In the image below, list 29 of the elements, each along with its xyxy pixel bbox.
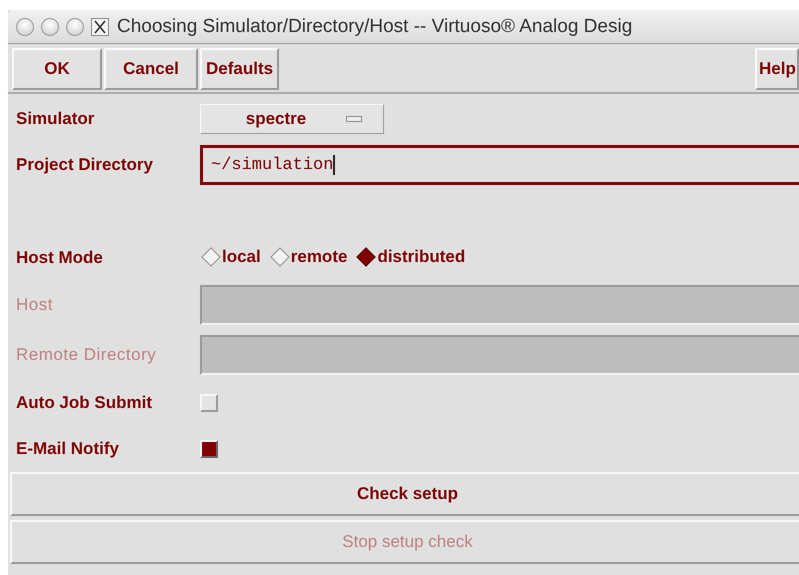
radio-option[interactable]: local bbox=[200, 246, 261, 268]
field-label: Simulator bbox=[16, 109, 96, 129]
radio-diamond-icon[interactable] bbox=[355, 246, 378, 268]
toolbar-button[interactable]: OK bbox=[12, 48, 102, 90]
checkbox[interactable] bbox=[200, 394, 218, 412]
radio-option[interactable]: distributed bbox=[355, 246, 466, 268]
window-control-icon[interactable] bbox=[16, 18, 34, 36]
field-label: Remote Directory bbox=[16, 345, 158, 365]
field-label: Auto Job Submit bbox=[16, 393, 153, 413]
field-label: Host bbox=[16, 295, 54, 315]
toolbar-button[interactable]: Cancel bbox=[104, 48, 198, 90]
radio-diamond-icon[interactable] bbox=[268, 246, 291, 268]
x-app-icon bbox=[91, 18, 109, 36]
field-label: Host Mode bbox=[16, 248, 104, 268]
radio-diamond-icon[interactable] bbox=[200, 246, 222, 268]
checkbox[interactable] bbox=[200, 440, 218, 458]
input-field[interactable]: ~/simulation bbox=[200, 145, 799, 185]
action-button[interactable]: Check setup bbox=[10, 472, 799, 516]
radio-option[interactable]: remote bbox=[268, 246, 348, 268]
field-label: E-Mail Notify bbox=[16, 439, 120, 459]
window-control-icon[interactable] bbox=[66, 18, 84, 36]
toolbar-button[interactable]: Defaults bbox=[200, 48, 280, 90]
simulator-dropdown[interactable]: spectre bbox=[200, 104, 384, 134]
toolbar-button[interactable]: Help bbox=[755, 48, 799, 90]
dropdown-indicator-icon bbox=[346, 116, 362, 122]
window-control-icon[interactable] bbox=[41, 18, 59, 36]
field-label: Project Directory bbox=[16, 155, 154, 175]
window-title: Choosing Simulator/Directory/Host -- Virtuoso® Analog Desig bbox=[117, 16, 632, 38]
text-cursor-icon bbox=[333, 155, 336, 175]
